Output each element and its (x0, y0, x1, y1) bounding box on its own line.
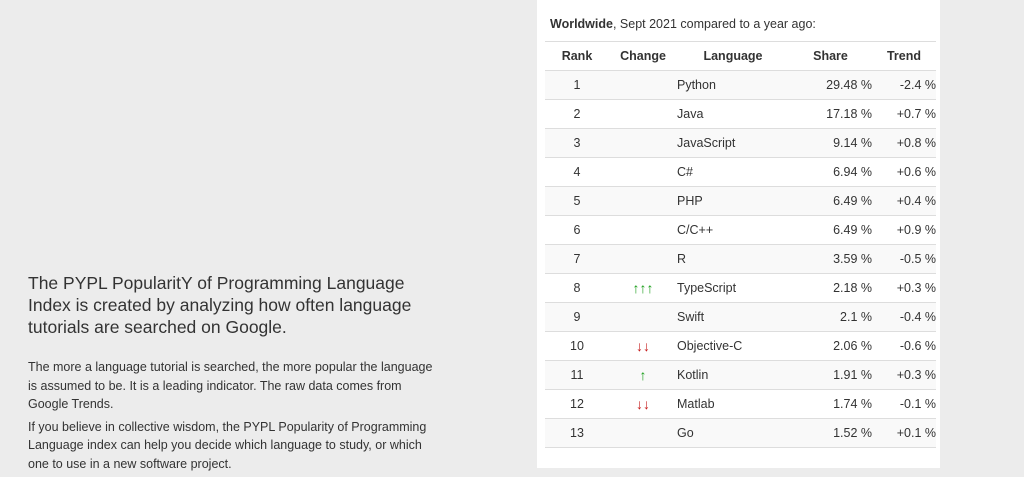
table-row: 8 ↑↑↑ TypeScript2.18 %+0.3 % (545, 274, 936, 303)
cell-rank: 10 (545, 332, 609, 361)
cell-language: Go (677, 419, 789, 448)
column-header-trend: Trend (872, 42, 936, 71)
cell-change (609, 245, 677, 274)
cell-language: Java (677, 100, 789, 129)
cell-language: PHP (677, 187, 789, 216)
cell-language: Python (677, 71, 789, 100)
cell-share: 6.94 % (789, 158, 872, 187)
table-row: 13 Go1.52 %+0.1 % (545, 419, 936, 448)
cell-change (609, 129, 677, 158)
cell-trend: -0.1 % (872, 390, 936, 419)
cell-rank: 7 (545, 245, 609, 274)
cell-change (609, 419, 677, 448)
cell-change (609, 187, 677, 216)
cell-language: Kotlin (677, 361, 789, 390)
column-header-language: Language (677, 42, 789, 71)
cell-share: 29.48 % (789, 71, 872, 100)
column-header-share: Share (789, 42, 872, 71)
cell-share: 1.91 % (789, 361, 872, 390)
cell-trend: -2.4 % (872, 71, 936, 100)
cell-trend: -0.6 % (872, 332, 936, 361)
cell-rank: 12 (545, 390, 609, 419)
cell-change (609, 158, 677, 187)
table-caption: Worldwide, Sept 2021 compared to a year … (545, 17, 932, 31)
cell-language: JavaScript (677, 129, 789, 158)
pypl-index-page: The PYPL PopularitY of Programming Langu… (0, 0, 1024, 468)
cell-rank: 4 (545, 158, 609, 187)
cell-language: Matlab (677, 390, 789, 419)
table-row: 4 C#6.94 %+0.6 % (545, 158, 936, 187)
cell-rank: 9 (545, 303, 609, 332)
cell-rank: 2 (545, 100, 609, 129)
cell-rank: 6 (545, 216, 609, 245)
cell-trend: +0.1 % (872, 419, 936, 448)
cell-language: C/C++ (677, 216, 789, 245)
cell-share: 2.06 % (789, 332, 872, 361)
rank-down-arrow-icon: ↓↓ (636, 338, 650, 354)
cell-share: 17.18 % (789, 100, 872, 129)
cell-trend: +0.4 % (872, 187, 936, 216)
table-row: 10 ↓↓ Objective-C2.06 %-0.6 % (545, 332, 936, 361)
cell-language: R (677, 245, 789, 274)
cell-change (609, 303, 677, 332)
cell-share: 3.59 % (789, 245, 872, 274)
cell-trend: +0.7 % (872, 100, 936, 129)
cell-language: C# (677, 158, 789, 187)
table-row: 5 PHP6.49 %+0.4 % (545, 187, 936, 216)
table-row: 9 Swift2.1 %-0.4 % (545, 303, 936, 332)
cell-change: ↓↓ (609, 332, 677, 361)
cell-share: 6.49 % (789, 187, 872, 216)
caption-subtitle: , Sept 2021 compared to a year ago: (613, 17, 816, 31)
intro-text-block: The PYPL PopularitY of Programming Langu… (28, 272, 444, 477)
table-row: 11 ↑ Kotlin1.91 %+0.3 % (545, 361, 936, 390)
cell-rank: 3 (545, 129, 609, 158)
region-label: Worldwide (550, 17, 613, 31)
cell-language: Swift (677, 303, 789, 332)
cell-trend: +0.3 % (872, 274, 936, 303)
cell-share: 1.52 % (789, 419, 872, 448)
rank-down-arrow-icon: ↓↓ (636, 396, 650, 412)
table-header-row: Rank Change Language Share Trend (545, 42, 936, 71)
cell-change (609, 100, 677, 129)
intro-paragraph-2: If you believe in collective wisdom, the… (28, 418, 444, 474)
cell-trend: -0.5 % (872, 245, 936, 274)
cell-trend: +0.6 % (872, 158, 936, 187)
cell-rank: 8 (545, 274, 609, 303)
table-row: 7 R3.59 %-0.5 % (545, 245, 936, 274)
cell-rank: 1 (545, 71, 609, 100)
rank-up-arrow-icon: ↑↑↑ (633, 280, 654, 296)
cell-rank: 11 (545, 361, 609, 390)
cell-language: TypeScript (677, 274, 789, 303)
cell-trend: -0.4 % (872, 303, 936, 332)
cell-share: 6.49 % (789, 216, 872, 245)
cell-change (609, 71, 677, 100)
table-row: 3 JavaScript9.14 %+0.8 % (545, 129, 936, 158)
index-table-panel: Worldwide, Sept 2021 compared to a year … (537, 0, 940, 468)
cell-share: 2.18 % (789, 274, 872, 303)
table-row: 2 Java17.18 %+0.7 % (545, 100, 936, 129)
cell-share: 2.1 % (789, 303, 872, 332)
table-body: 1 Python29.48 %-2.4 % 2 Java17.18 %+0.7 % 3 J… (545, 71, 936, 448)
table-row: 6 C/C++6.49 %+0.9 % (545, 216, 936, 245)
language-index-table: Rank Change Language Share Trend 1 Python… (545, 41, 936, 448)
intro-paragraph-1: The more a language tutorial is searched… (28, 358, 444, 414)
table-row: 12 ↓↓ Matlab1.74 %-0.1 % (545, 390, 936, 419)
cell-trend: +0.8 % (872, 129, 936, 158)
cell-change: ↑ (609, 361, 677, 390)
column-header-change: Change (609, 42, 677, 71)
cell-rank: 13 (545, 419, 609, 448)
cell-change: ↑↑↑ (609, 274, 677, 303)
cell-share: 9.14 % (789, 129, 872, 158)
cell-trend: +0.3 % (872, 361, 936, 390)
intro-heading: The PYPL PopularitY of Programming Langu… (28, 272, 426, 338)
cell-trend: +0.9 % (872, 216, 936, 245)
cell-change (609, 216, 677, 245)
column-header-rank: Rank (545, 42, 609, 71)
cell-rank: 5 (545, 187, 609, 216)
cell-share: 1.74 % (789, 390, 872, 419)
cell-language: Objective-C (677, 332, 789, 361)
cell-change: ↓↓ (609, 390, 677, 419)
table-row: 1 Python29.48 %-2.4 % (545, 71, 936, 100)
rank-up-arrow-icon: ↑ (640, 367, 647, 383)
